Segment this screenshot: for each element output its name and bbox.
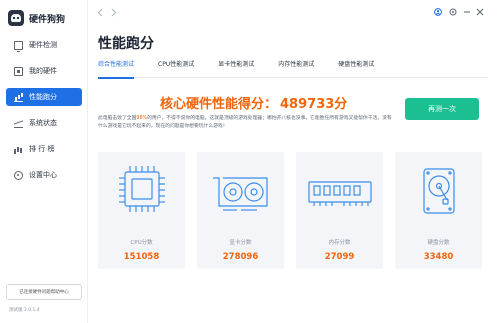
chevron-left-icon — [97, 8, 103, 17]
hard-disk-icon — [423, 168, 455, 214]
score-value: 489733分 — [280, 97, 348, 112]
gpu-score-label: 显卡分数 — [229, 240, 252, 246]
disk-score-value: 33480 — [423, 252, 454, 262]
desc-text-start: 此电脑击败了全国 — [98, 116, 137, 121]
bar-chart-icon — [14, 93, 23, 102]
minimize-button[interactable] — [463, 8, 471, 18]
sidebar-item-settings[interactable]: 设置中心 — [6, 166, 82, 184]
title-bar — [88, 0, 500, 26]
close-button[interactable] — [476, 8, 484, 18]
desc-percent: 98% — [136, 116, 148, 121]
page-title: 性能跑分 — [98, 36, 154, 52]
forward-button[interactable] — [111, 8, 117, 20]
cpu-icon — [119, 166, 165, 212]
cpu-score-value: 151058 — [123, 252, 160, 262]
sidebar-item-hardware-detect[interactable]: 硬件检测 — [6, 36, 82, 54]
score-label: 核心硬件性能得分： — [160, 97, 278, 112]
sidebar-item-system-status[interactable]: 系统状态 — [6, 114, 82, 132]
close-icon — [476, 8, 484, 16]
dog-logo-icon — [8, 10, 24, 26]
tab-disk[interactable]: 硬盘性能测试 — [338, 60, 374, 78]
sidebar-nav: 硬件检测 我的硬件 性能跑分 系统状态 排 行 榜 设置中心 — [6, 36, 82, 192]
tab-overall[interactable]: 综合性能测试 — [98, 60, 135, 79]
chevron-right-icon — [111, 8, 117, 17]
app-window: 硬件狗狗 硬件检测 我的硬件 性能跑分 系统状态 排 行 榜 设置中心 已连接硬… — [0, 0, 500, 323]
app-title: 硬件狗狗 — [29, 14, 66, 25]
app-logo: 硬件狗狗 — [8, 9, 65, 27]
chip-icon — [14, 66, 23, 76]
sidebar-item-ranking[interactable]: 排 行 榜 — [6, 140, 82, 158]
gear-icon — [14, 170, 23, 180]
account-button[interactable] — [434, 8, 442, 18]
sidebar-item-label: 性能跑分 — [29, 93, 57, 101]
score-description: 此电脑击败了全国98%的用户，不得不说你的电脑，这就是顶级的游戏处理器；哪怕开八… — [98, 115, 394, 131]
retest-button[interactable]: 再测一次 — [405, 98, 479, 120]
benchmark-tabs: 综合性能测试 CPU性能测试 显卡性能测试 内存性能测试 硬盘性能测试 — [98, 60, 488, 79]
sidebar-item-benchmark[interactable]: 性能跑分 — [6, 88, 82, 106]
sidebar-item-label: 排 行 榜 — [29, 145, 55, 153]
user-circle-icon — [434, 8, 442, 16]
cpu-score-label: CPU分数 — [130, 240, 153, 246]
sidebar-item-my-hardware[interactable]: 我的硬件 — [6, 62, 82, 80]
tab-cpu[interactable]: CPU性能测试 — [158, 60, 194, 78]
sidebar-item-label: 硬件检测 — [29, 41, 57, 49]
gpu-score-value: 278096 — [222, 252, 259, 262]
memory-icon — [308, 181, 372, 206]
version-text: 测试版 3.0.1.4 — [9, 308, 40, 313]
score-cards: CPU分数 151058 显卡分数 278096 内存分数 27099 硬盘分数… — [98, 152, 482, 269]
settings-icon — [449, 8, 457, 16]
memory-score-label: 内存分数 — [328, 240, 351, 246]
sidebar-footer: 已连接硬件问题帮助中心 测试版 3.0.1.4 — [6, 284, 82, 313]
cpu-score-card: CPU分数 151058 — [98, 152, 185, 269]
sidebar-item-label: 系统状态 — [29, 119, 57, 127]
help-center-button[interactable]: 已连接硬件问题帮助中心 — [6, 284, 82, 300]
monitor-icon — [14, 40, 23, 52]
gpu-icon — [213, 177, 268, 211]
ranking-icon — [14, 145, 23, 154]
disk-score-card: 硬盘分数 33480 — [395, 152, 482, 269]
disk-score-label: 硬盘分数 — [427, 240, 450, 246]
gpu-score-card: 显卡分数 278096 — [197, 152, 284, 269]
memory-score-card: 内存分数 27099 — [296, 152, 383, 269]
sidebar-item-label: 设置中心 — [29, 171, 57, 179]
sidebar: 硬件狗狗 硬件检测 我的硬件 性能跑分 系统状态 排 行 榜 设置中心 已连接硬… — [0, 0, 88, 323]
tab-memory[interactable]: 内存性能测试 — [278, 60, 314, 78]
total-score: 核心硬件性能得分： 489733分 — [160, 93, 347, 112]
sidebar-item-label: 我的硬件 — [29, 67, 57, 75]
back-button[interactable] — [97, 8, 103, 20]
minimize-icon — [464, 11, 470, 13]
tab-gpu[interactable]: 显卡性能测试 — [218, 60, 254, 78]
settings-button[interactable] — [449, 8, 457, 18]
memory-score-value: 27099 — [324, 252, 355, 262]
pulse-icon — [14, 119, 23, 128]
